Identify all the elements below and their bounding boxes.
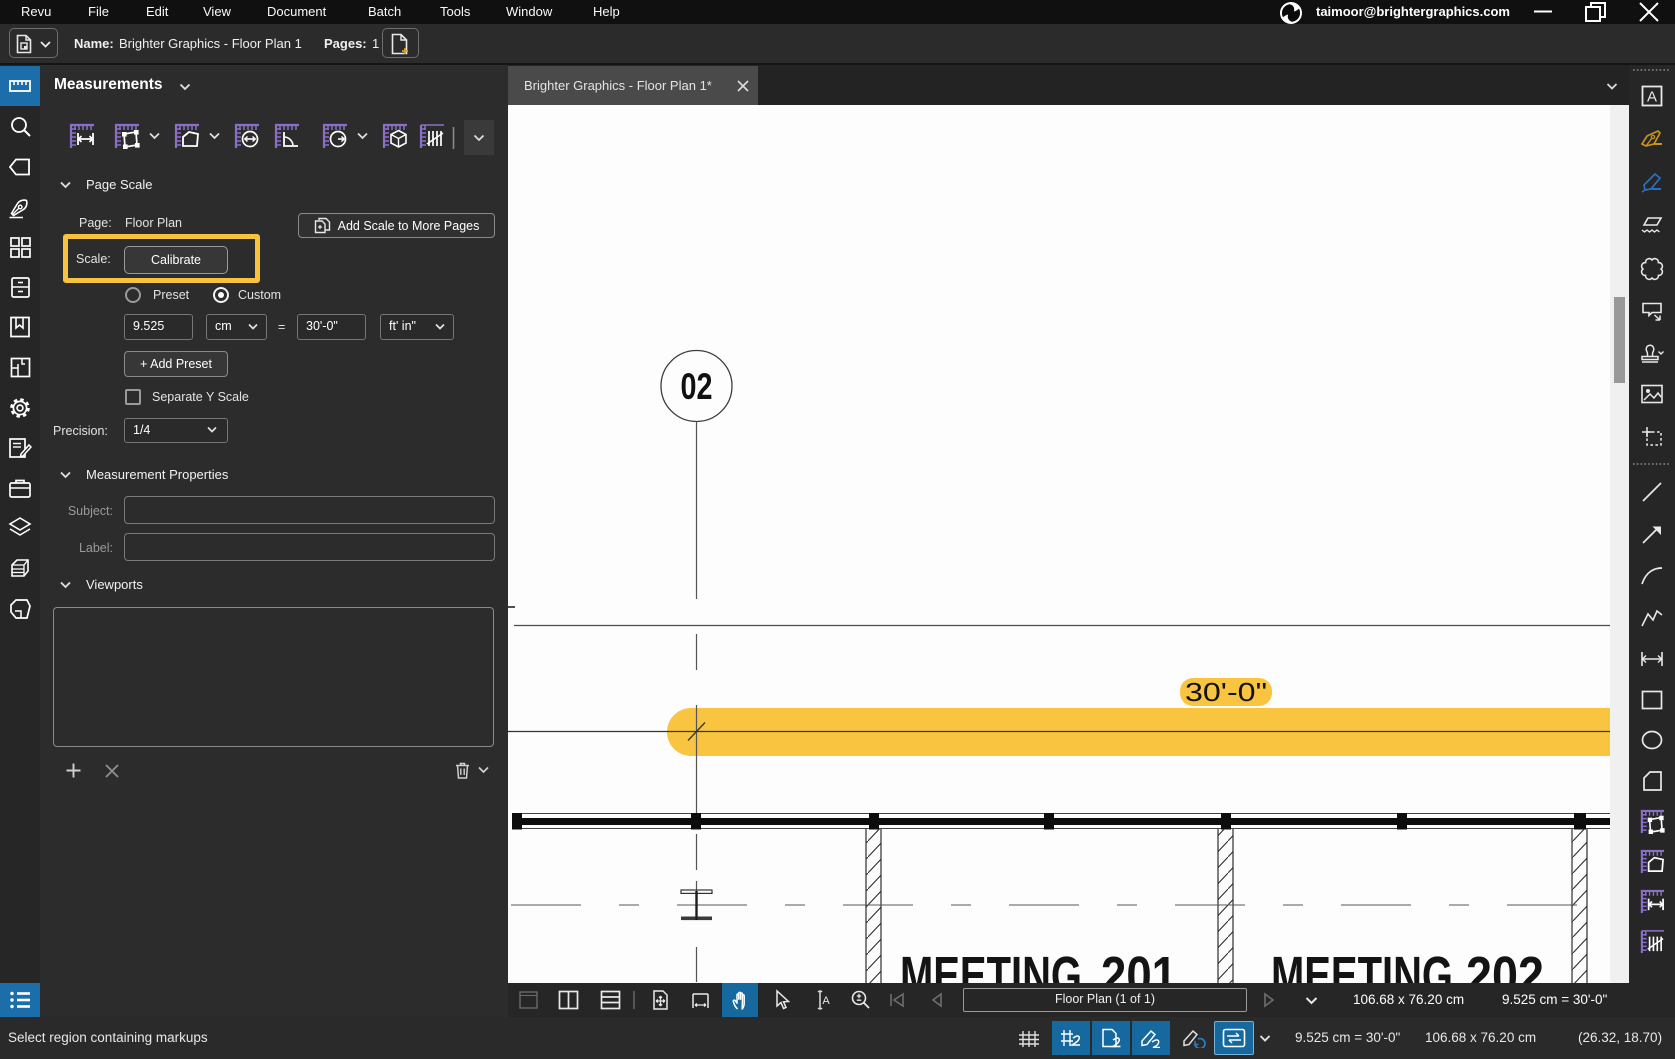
svg-text:02: 02 bbox=[681, 366, 713, 407]
svg-text:MEETING: MEETING bbox=[1271, 946, 1453, 983]
svg-text:30'-0": 30'-0" bbox=[1185, 677, 1267, 707]
svg-text:202: 202 bbox=[1466, 946, 1544, 983]
svg-text:MEETING: MEETING bbox=[900, 946, 1082, 983]
svg-text:201: 201 bbox=[1101, 946, 1177, 983]
svg-text:A: A bbox=[822, 995, 830, 1007]
svg-text:A: A bbox=[1647, 89, 1657, 106]
